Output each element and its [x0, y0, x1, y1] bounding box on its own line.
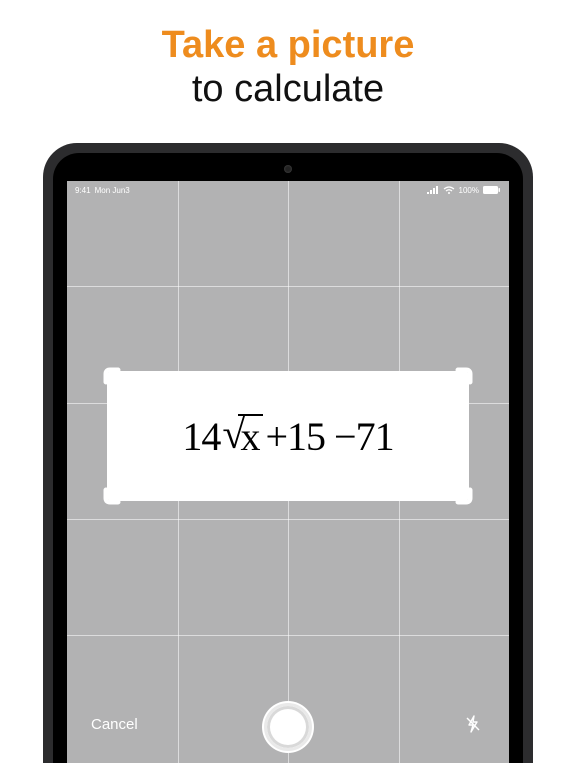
cell-signal-icon [427, 186, 439, 194]
math-radicand: x [238, 414, 263, 458]
status-bar: 9:41 Mon Jun3 100% [67, 181, 509, 199]
battery-percent: 100% [459, 186, 479, 195]
camera-toolbar: Cancel [67, 691, 509, 763]
camera-viewfinder[interactable]: 9:41 Mon Jun3 100% [67, 181, 509, 763]
headline-line-1: Take a picture [0, 24, 576, 68]
math-rest: +15 −71 [265, 413, 393, 460]
flash-off-button[interactable] [461, 712, 485, 736]
captured-math-expression: 14 √ x +15 −71 [107, 371, 469, 501]
sqrt-icon: √ x [222, 414, 263, 458]
front-camera-icon [284, 165, 292, 173]
cancel-button[interactable]: Cancel [91, 716, 138, 733]
capture-region[interactable]: 14 √ x +15 −71 [107, 371, 469, 501]
status-date: Mon Jun3 [95, 186, 130, 195]
status-time: 9:41 [75, 186, 91, 195]
math-coeff: 14 [182, 413, 220, 460]
tablet-bezel: 9:41 Mon Jun3 100% [53, 153, 523, 763]
tablet-frame: 9:41 Mon Jun3 100% [43, 143, 533, 763]
wifi-icon [443, 186, 455, 194]
battery-icon [483, 186, 501, 194]
headline-line-2: to calculate [0, 68, 576, 112]
flash-off-icon [463, 714, 483, 734]
promo-headline: Take a picture to calculate [0, 0, 576, 143]
shutter-button[interactable] [264, 703, 312, 751]
